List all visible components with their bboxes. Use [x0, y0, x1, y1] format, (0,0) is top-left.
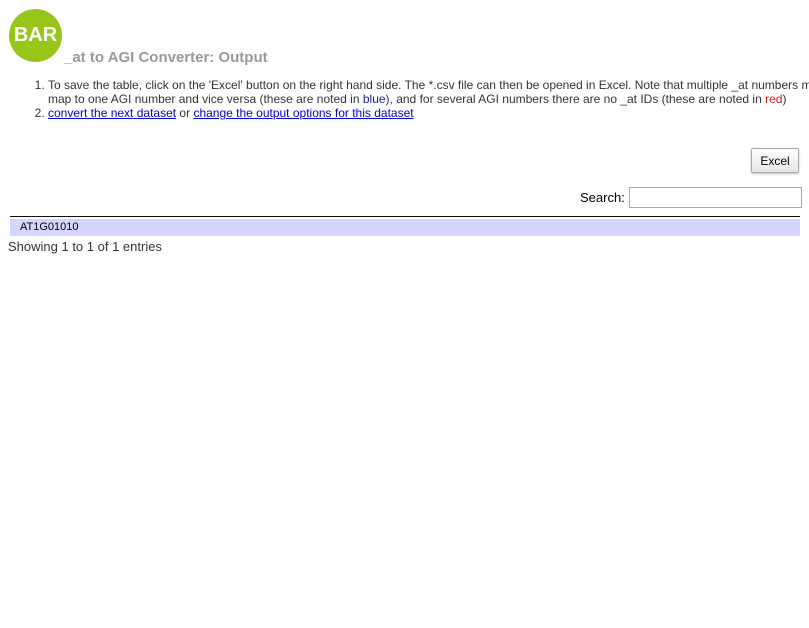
- page: BAR _at to AGI Converter: Output To save…: [0, 0, 809, 628]
- instructions-list: To save the table, click on the 'Excel' …: [20, 78, 809, 120]
- instruction-text-after: ): [782, 92, 787, 106]
- bar-logo: BAR: [9, 9, 62, 62]
- instruction-text-middle: ), and for several AGI numbers there are…: [385, 92, 766, 106]
- change-output-options-link[interactable]: change the output options for this datas…: [193, 106, 413, 120]
- blue-note: blue: [362, 92, 386, 106]
- table-cell-agi: AT1G01010: [20, 221, 79, 233]
- table-header-rule: [10, 216, 800, 217]
- excel-export-button[interactable]: Excel: [751, 148, 799, 173]
- search-input[interactable]: [629, 187, 802, 208]
- instruction-next-steps: convert the next dataset or change the o…: [48, 106, 809, 120]
- search-label: Search:: [580, 190, 625, 205]
- table-info: Showing 1 to 1 of 1 entries: [8, 239, 162, 254]
- or-text: or: [176, 106, 194, 120]
- red-note: red: [765, 92, 783, 106]
- convert-next-dataset-link[interactable]: convert the next dataset: [48, 106, 176, 120]
- page-title: _at to AGI Converter: Output: [64, 49, 268, 66]
- table-row: AT1G01010: [10, 219, 800, 236]
- instruction-save-table: To save the table, click on the 'Excel' …: [48, 78, 809, 106]
